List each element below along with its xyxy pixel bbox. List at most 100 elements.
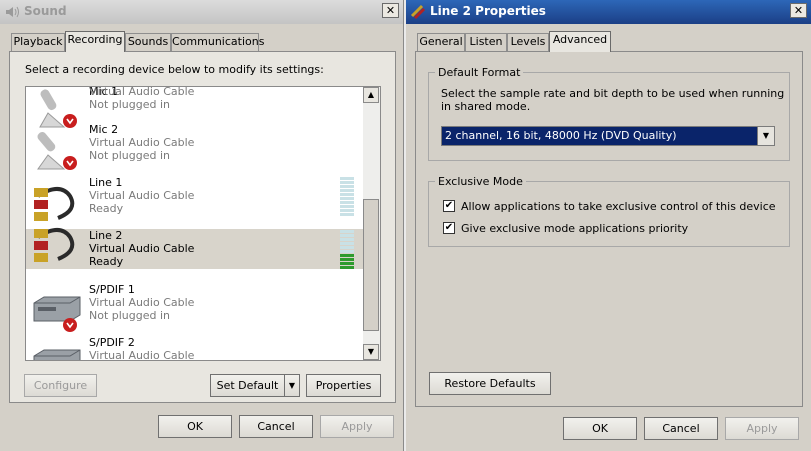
tab-general[interactable]: General (417, 33, 465, 51)
device-status: Not plugged in (89, 149, 171, 162)
meter-segment (340, 262, 354, 265)
meter-segment (340, 238, 354, 241)
sound-window: Sound ✕ Playback Recording Sounds Commun… (0, 0, 404, 451)
close-icon: ✕ (385, 4, 396, 17)
restore-defaults-button[interactable]: Restore Defaults (429, 372, 551, 395)
device-description: Virtual Audio Cable (89, 349, 195, 361)
properties-button[interactable]: Properties (306, 374, 381, 397)
sound-title: Sound (24, 4, 67, 18)
tab-recording[interactable]: Recording (65, 31, 125, 52)
sound-title-bar[interactable]: Sound ✕ (0, 0, 403, 24)
level-meter (340, 230, 354, 270)
meter-segment (340, 246, 354, 249)
tab-sounds[interactable]: Sounds (125, 33, 171, 51)
exclusive-control-label: Allow applications to take exclusive con… (461, 200, 776, 213)
ok-button[interactable]: OK (563, 417, 637, 440)
spdif-device-icon (33, 296, 81, 332)
list-item-mic-2[interactable]: Mic 2 Virtual Audio Cable Not plugged in (26, 123, 364, 176)
list-item-line-1[interactable]: Line 1 Virtual Audio Cable Ready (26, 176, 364, 229)
scroll-up-button[interactable]: ▲ (363, 87, 379, 103)
line2-properties-window: Line 2 Properties ✕ General Listen Level… (404, 0, 811, 451)
level-meter (340, 177, 354, 217)
chevron-down-icon: ▼ (288, 381, 296, 390)
meter-segment (340, 177, 354, 180)
set-default-button[interactable]: Set Default (210, 374, 285, 397)
rca-cable-icon (34, 187, 75, 221)
device-status: Ready (89, 255, 124, 268)
tab-playback[interactable]: Playback (11, 33, 65, 51)
default-format-group: Default Format (428, 66, 790, 161)
properties-close-button[interactable]: ✕ (790, 3, 807, 18)
tab-advanced[interactable]: Advanced (549, 31, 611, 52)
meter-segment (340, 197, 354, 200)
apply-button[interactable]: Apply (725, 417, 799, 440)
meter-segment (340, 209, 354, 212)
close-icon: ✕ (793, 4, 804, 17)
default-format-description-2: in shared mode. (441, 100, 531, 113)
device-description: Virtual Audio Cable (89, 136, 195, 149)
meter-segment (340, 234, 354, 237)
scroll-down-button[interactable]: ▼ (363, 344, 379, 360)
sound-close-button[interactable]: ✕ (382, 3, 399, 18)
meter-segment (340, 201, 354, 204)
cancel-button[interactable]: Cancel (644, 417, 718, 440)
exclusive-control-checkbox[interactable]: ✔ (443, 200, 455, 212)
default-format-select[interactable]: 2 channel, 16 bit, 48000 Hz (DVD Quality… (441, 126, 775, 146)
exclusive-priority-label: Give exclusive mode applications priorit… (461, 222, 689, 235)
properties-title: Line 2 Properties (430, 4, 546, 18)
default-format-value: 2 channel, 16 bit, 48000 Hz (DVD Quality… (445, 129, 677, 142)
device-name: S/PDIF 2 (89, 336, 135, 349)
checkmark-icon: ✔ (444, 222, 454, 233)
meter-segment (340, 266, 354, 269)
meter-segment (340, 193, 354, 196)
device-list-scrollbar[interactable]: ▲ ▼ (363, 87, 380, 360)
set-default-dropdown[interactable]: ▼ (284, 374, 300, 397)
device-status: Ready (89, 202, 124, 215)
recording-instruction: Select a recording device below to modif… (25, 63, 324, 76)
device-name: S/PDIF 1 (89, 283, 135, 296)
cancel-button[interactable]: Cancel (239, 415, 313, 438)
microphone-icon (37, 131, 77, 170)
meter-segment (340, 189, 354, 192)
apply-button[interactable]: Apply (320, 415, 394, 438)
tab-listen[interactable]: Listen (465, 33, 507, 51)
meter-segment (340, 258, 354, 261)
spdif-device-icon (33, 349, 81, 360)
sound-tab-strip: Playback Recording Sounds Communications (0, 31, 403, 52)
exclusive-priority-checkbox[interactable]: ✔ (443, 222, 455, 234)
list-item-line-2[interactable]: Line 2 Virtual Audio Cable Ready (26, 228, 364, 270)
list-item-spdif-1[interactable]: S/PDIF 1 Virtual Audio Cable Not plugged… (26, 283, 364, 336)
properties-tab-strip: General Listen Levels Advanced (406, 31, 811, 52)
device-description: Virtual Audio Cable (89, 296, 195, 309)
tab-communications[interactable]: Communications (171, 33, 264, 51)
properties-title-bar[interactable]: Line 2 Properties ✕ (406, 0, 811, 24)
device-name: Line 1 (89, 176, 123, 189)
meter-segment (340, 250, 354, 253)
tab-levels[interactable]: Levels (507, 33, 549, 51)
scroll-thumb[interactable] (363, 199, 379, 331)
arrow-up-icon: ▲ (367, 90, 375, 99)
default-format-description: Select the sample rate and bit depth to … (441, 87, 785, 100)
device-description: Virtual Audio Cable (89, 242, 195, 255)
exclusive-mode-title: Exclusive Mode (435, 175, 526, 188)
configure-button[interactable]: Configure (24, 374, 97, 397)
device-description: Virtual Audio Cable (89, 86, 195, 98)
list-item-spdif-2[interactable]: S/PDIF 2 Virtual Audio Cable (26, 336, 364, 361)
checkmark-icon: ✔ (444, 200, 454, 211)
speaker-icon (6, 6, 19, 18)
default-format-title: Default Format (435, 66, 524, 79)
meter-segment (340, 181, 354, 184)
arrow-down-icon: ▼ (367, 347, 375, 356)
rca-cable-icon (410, 4, 426, 20)
meter-segment (340, 185, 354, 188)
device-description: Virtual Audio Cable (89, 189, 195, 202)
chevron-down-icon[interactable]: ▼ (757, 127, 774, 145)
device-name: Mic 2 (89, 123, 119, 136)
device-status: Not plugged in (89, 98, 171, 111)
exclusive-mode-group: Exclusive Mode (428, 175, 790, 247)
ok-button[interactable]: OK (158, 415, 232, 438)
meter-segment (340, 205, 354, 208)
recording-device-list[interactable]: Mic 1 Virtual Audio Cable Not plugged in… (25, 86, 381, 361)
meter-segment (340, 213, 354, 216)
meter-segment (340, 254, 354, 257)
